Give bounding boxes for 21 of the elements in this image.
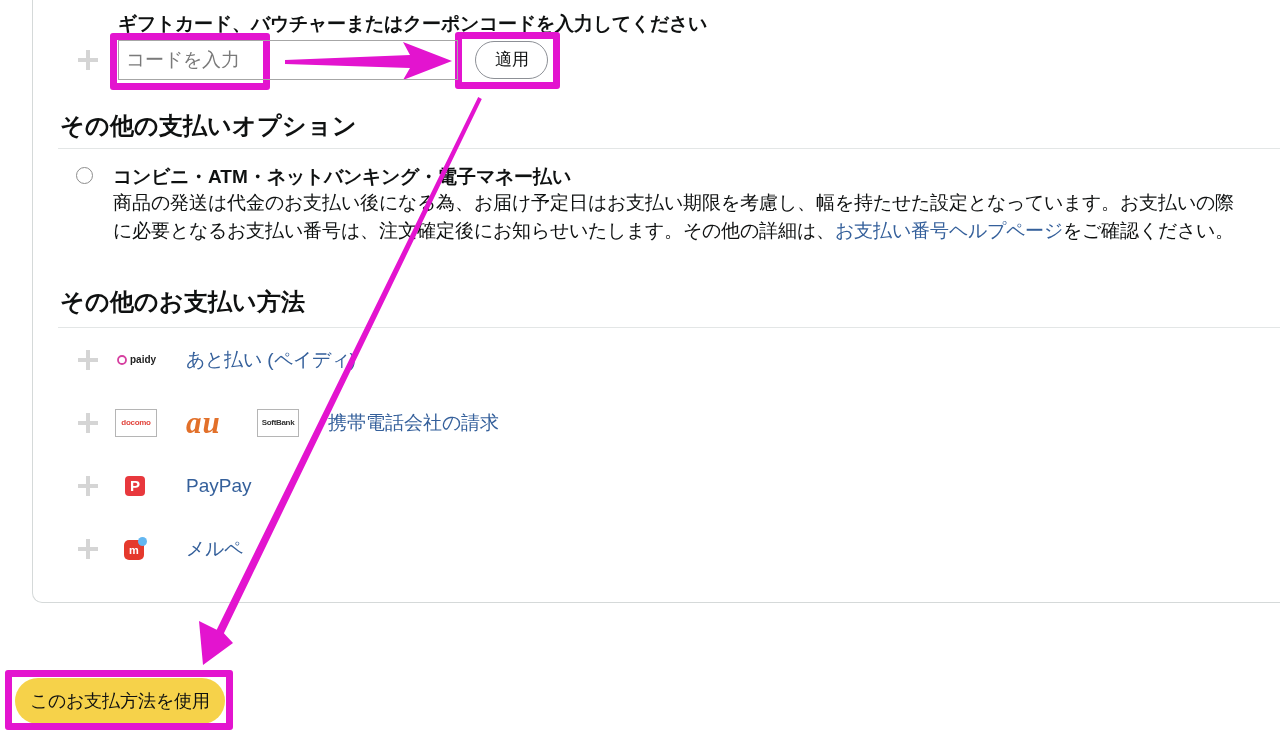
apply-button[interactable]: 適用 [475,41,548,79]
logo: SoftBank [257,408,299,437]
logo: m [124,540,144,560]
logo-wordmark: paidy [130,353,157,366]
logo: au [186,408,221,437]
plus-icon [78,349,98,370]
help-link[interactable]: お支払い番号ヘルプページ [835,220,1063,241]
use-payment-button[interactable]: このお支払方法を使用 [15,678,225,724]
logo: docomo [115,408,157,437]
payment-method-link[interactable]: 携帯電話会社の請求 [328,410,499,435]
payment-method-link[interactable]: PayPay [186,473,252,498]
payment-method-link[interactable]: メルペ [186,536,243,561]
plus-icon [78,538,98,559]
code-input[interactable]: コードを入力 [118,40,458,80]
plus-icon [78,412,98,433]
section-heading: その他のお支払い方法 [60,287,305,317]
logo: P [125,475,145,496]
section-heading: その他の支払いオプション [60,111,357,141]
plus-icon [78,475,98,496]
plus-icon [78,50,98,70]
radio-button[interactable] [76,167,93,184]
